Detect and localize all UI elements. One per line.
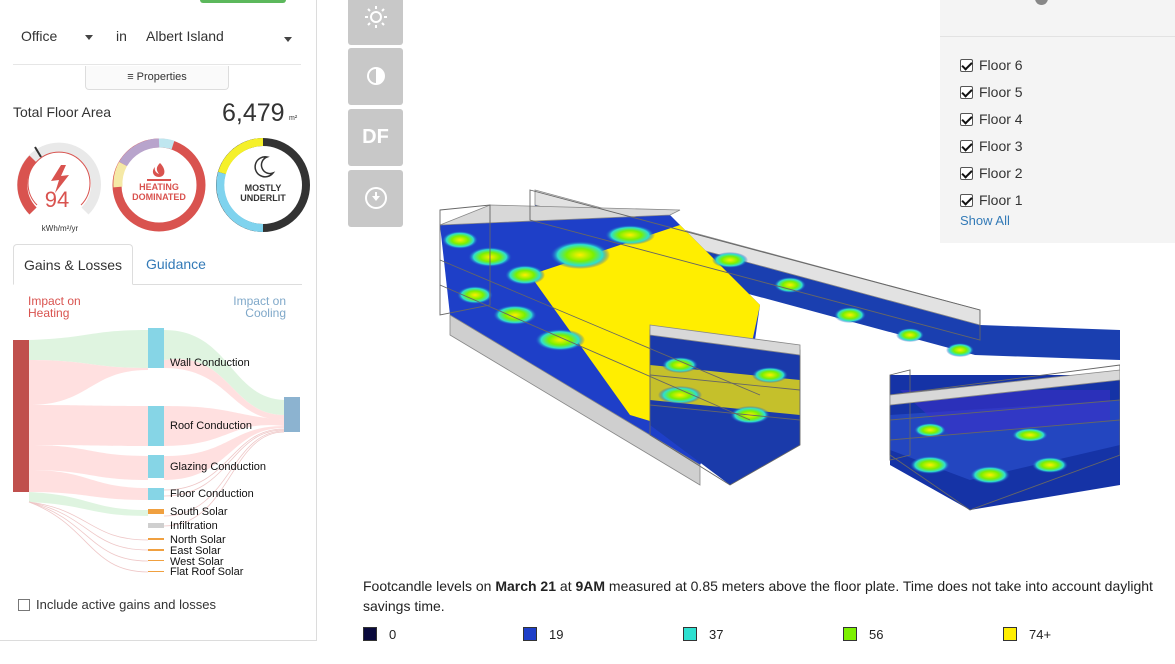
building-model-viewport[interactable] [430,165,1121,530]
analysis-tabs: Gains & Losses Guidance [13,244,302,285]
checkbox-checked-icon[interactable] [960,59,973,72]
legend-swatch [683,627,697,641]
properties-label: Properties [136,71,187,83]
df-icon: DF [362,126,389,148]
divider [13,64,301,65]
active-gains-toggle[interactable]: Include active gains and losses [18,597,216,612]
lighting-status-line1: MOSTLY [244,183,282,193]
location-select[interactable]: Albert Island [146,28,224,44]
legend-swatch [843,627,857,641]
eui-value: 94 [44,187,70,212]
floor-label: Floor 3 [979,138,1023,154]
area-unit: m² [289,115,298,122]
chevron-down-icon[interactable] [85,35,93,40]
legend-item: 37 [683,627,723,642]
download-icon [364,187,387,209]
in-label: in [116,28,127,44]
impact-cooling-label: Impact on Cooling [200,295,286,319]
caption-date: March 21 [495,578,557,594]
sankey-label: Infiltration [170,520,218,532]
legend-label: 37 [709,627,724,642]
sankey-label: Roof Conduction [170,420,252,432]
legend-label: 19 [549,627,564,642]
menu-icon: ≡ [127,71,134,83]
floor-4-checkbox[interactable]: Floor 4 [960,111,1023,127]
legend-swatch [1003,627,1017,641]
checkbox-checked-icon[interactable] [960,140,973,153]
eui-gauge[interactable]: 94 [11,137,107,233]
contrast-button[interactable] [348,48,403,105]
floor-3-checkbox[interactable]: Floor 3 [960,138,1023,154]
floor-label: Floor 4 [979,111,1023,127]
heating-status-line1: HEATING [139,182,179,192]
total-floor-area-value: 6,479 [222,99,285,127]
contrast-icon [366,67,385,85]
caption-at: at [556,578,576,594]
sankey-label: South Solar [170,506,228,518]
eui-unit: kWh/m²/yr [41,224,79,233]
floor-label: Floor 5 [979,84,1023,100]
legend-label: 56 [869,627,884,642]
sun-button[interactable] [348,0,403,45]
divider [940,36,1175,37]
active-gains-checkbox[interactable] [18,599,30,611]
sankey-label: Wall Conduction [170,357,250,369]
total-floor-area-label: Total Floor Area [13,104,112,120]
heating-gauge[interactable]: HEATING DOMINATED [111,137,207,233]
legend-item: 74+ [1003,627,1051,642]
download-button[interactable] [348,170,403,227]
sankey-label: Flat Roof Solar [170,566,244,578]
legend-item: 0 [363,627,396,642]
tab-guidance[interactable]: Guidance [136,244,216,285]
building-type-select[interactable]: Office [21,28,57,44]
legend-label: 74+ [1029,627,1052,642]
properties-button[interactable]: ≡ Properties [85,66,229,90]
legend-swatch [523,627,537,641]
floor-6-checkbox[interactable]: Floor 6 [960,57,1023,73]
heating-status-line2: DOMINATED [132,192,186,202]
analysis-panel: Office in Albert Island ≡ Properties Tota… [0,0,317,641]
caption-prefix: Footcandle levels on [363,578,496,594]
tab-gains-losses[interactable]: Gains & Losses [13,244,134,285]
moon-icon [254,156,276,178]
df-button[interactable]: DF [348,109,403,166]
legend-item: 56 [843,627,883,642]
chevron-down-icon[interactable] [284,37,292,42]
footcandle-caption: Footcandle levels on March 21 at 9AM mea… [363,576,1163,616]
gains-losses-sankey: Wall Conduction Roof Conduction Glazing … [0,320,310,595]
floor-5-checkbox[interactable]: Floor 5 [960,84,1023,100]
lighting-status-line2: UNDERLIT [240,193,286,203]
legend-item: 19 [523,627,563,642]
caption-time: 9AM [575,578,606,594]
sankey-label: Glazing Conduction [170,461,267,473]
lighting-gauge[interactable]: MOSTLY UNDERLIT [215,137,311,233]
checkbox-checked-icon[interactable] [960,86,973,99]
impact-heating-label: Impact on Heating [28,295,81,319]
legend-label: 0 [389,627,397,642]
impact-cooling-line2: Cooling [245,306,286,320]
sun-icon [364,6,387,28]
active-gains-label: Include active gains and losses [36,597,216,612]
legend-swatch [363,627,377,641]
flame-icon [152,163,165,177]
checkbox-checked-icon[interactable] [960,113,973,126]
top-action-bar[interactable] [200,0,286,3]
sankey-label: Floor Conduction [170,488,254,500]
impact-heating-line2: Heating [28,306,70,320]
floor-label: Floor 6 [979,57,1023,73]
